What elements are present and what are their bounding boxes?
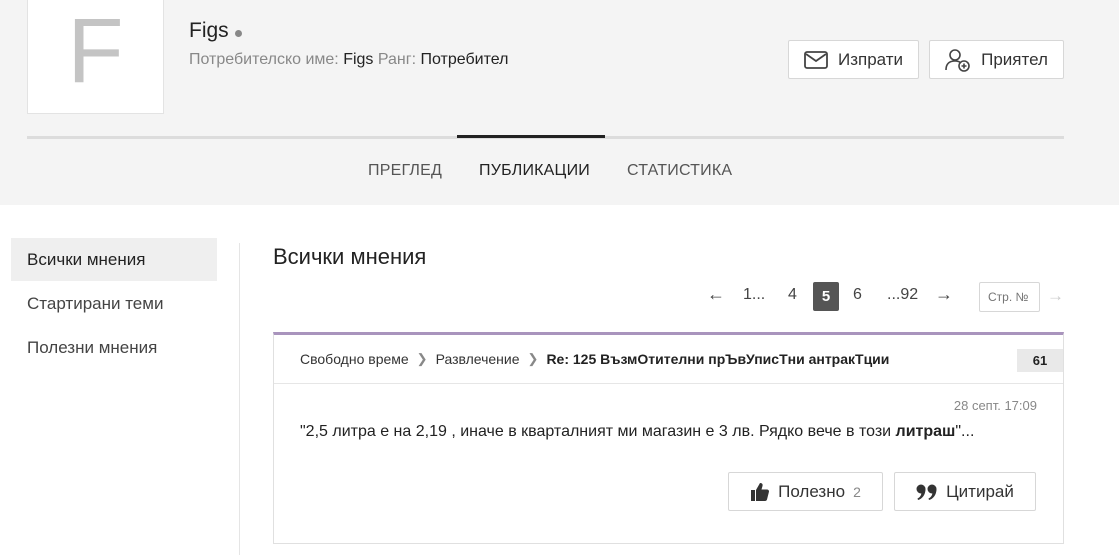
post-excerpt[interactable]: "2,5 литра е на 2,19 , иначе в квартални…	[300, 423, 974, 441]
prev-page-arrow-icon[interactable]: ←	[707, 284, 725, 305]
profile-header: F Figs Потребителско име: Figs Ранг: Пот…	[0, 0, 1119, 205]
post-timestamp: 28 септ. 17:09	[953, 398, 1037, 413]
friend-label: Приятел	[981, 49, 1048, 69]
profile-name: Figs	[189, 19, 242, 43]
useful-button[interactable]: Полезно 2	[728, 472, 883, 511]
add-friend-button[interactable]: Приятел	[929, 40, 1064, 79]
profile-name-text: Figs	[189, 19, 229, 42]
send-message-button[interactable]: Изпрати	[788, 40, 919, 79]
next-page-arrow-icon[interactable]: →	[935, 284, 953, 305]
breadcrumb: Свободно време ❯ Развлечение ❯ Re: 125 В…	[300, 351, 889, 367]
go-to-page-arrow-icon: →	[1047, 286, 1064, 305]
rank-label: Ранг:	[377, 51, 417, 68]
breadcrumb-topic[interactable]: Re: 125 ВъзмОтителни прЪвУписТни антракТ…	[546, 351, 889, 367]
post-text-start: "2,5 литра е на 2,19 , иначе в квартални…	[300, 423, 896, 440]
sidebar-item-started-topics[interactable]: Стартирани теми	[11, 282, 217, 325]
page-link-6[interactable]: 6	[853, 286, 862, 304]
sidebar-divider	[239, 243, 240, 555]
username-label: Потребителско име:	[189, 51, 339, 68]
page-link-last[interactable]: ...92	[887, 286, 918, 304]
profile-meta: Потребителско име: Figs Ранг: Потребител	[189, 51, 508, 69]
send-label: Изпрати	[837, 49, 904, 69]
reply-count-badge: 61	[1017, 349, 1063, 372]
post-text-end: "...	[955, 423, 975, 440]
tab-publications[interactable]: ПУБЛИКАЦИИ	[479, 162, 590, 180]
rank-value: Потребител	[420, 51, 509, 68]
tab-overview[interactable]: ПРЕГЛЕД	[368, 162, 442, 180]
sidebar-item-label: Стартирани теми	[27, 293, 164, 313]
tab-statistics[interactable]: СТАТИСТИКА	[627, 162, 732, 180]
active-tab-indicator	[457, 135, 605, 138]
page-link-first[interactable]: 1...	[743, 286, 765, 304]
chevron-right-icon: ❯	[416, 351, 428, 366]
useful-label: Полезно	[778, 481, 846, 501]
sidebar-item-all-posts[interactable]: Всички мнения	[11, 238, 217, 281]
post-text-highlight: литраш	[895, 423, 956, 440]
sidebar-item-label: Всички мнения	[27, 249, 146, 269]
page-current: 5	[813, 282, 839, 311]
useful-count: 2	[853, 483, 861, 500]
username-value: Figs	[343, 51, 374, 68]
thumbs-up-icon	[751, 482, 770, 501]
post-card: Свободно време ❯ Развлечение ❯ Re: 125 В…	[273, 332, 1064, 544]
quote-label: Цитирай	[946, 481, 1014, 501]
breadcrumb-subcategory[interactable]: Развлечение	[436, 351, 520, 367]
sidebar-item-label: Полезни мнения	[27, 337, 158, 357]
avatar: F	[27, 0, 164, 114]
sidebar-item-useful-posts[interactable]: Полезни мнения	[11, 326, 217, 369]
breadcrumb-category[interactable]: Свободно време	[300, 351, 409, 367]
card-divider	[274, 383, 1063, 384]
add-user-icon	[945, 48, 970, 72]
avatar-letter: F	[67, 0, 124, 102]
envelope-icon	[804, 50, 828, 69]
quote-icon	[916, 484, 937, 500]
page-link-4[interactable]: 4	[788, 286, 797, 304]
page-title: Всички мнения	[273, 244, 427, 269]
status-dot-icon	[234, 29, 242, 37]
page-number-input[interactable]	[979, 282, 1040, 312]
quote-button[interactable]: Цитирай	[894, 472, 1036, 511]
chevron-right-icon: ❯	[527, 351, 539, 366]
